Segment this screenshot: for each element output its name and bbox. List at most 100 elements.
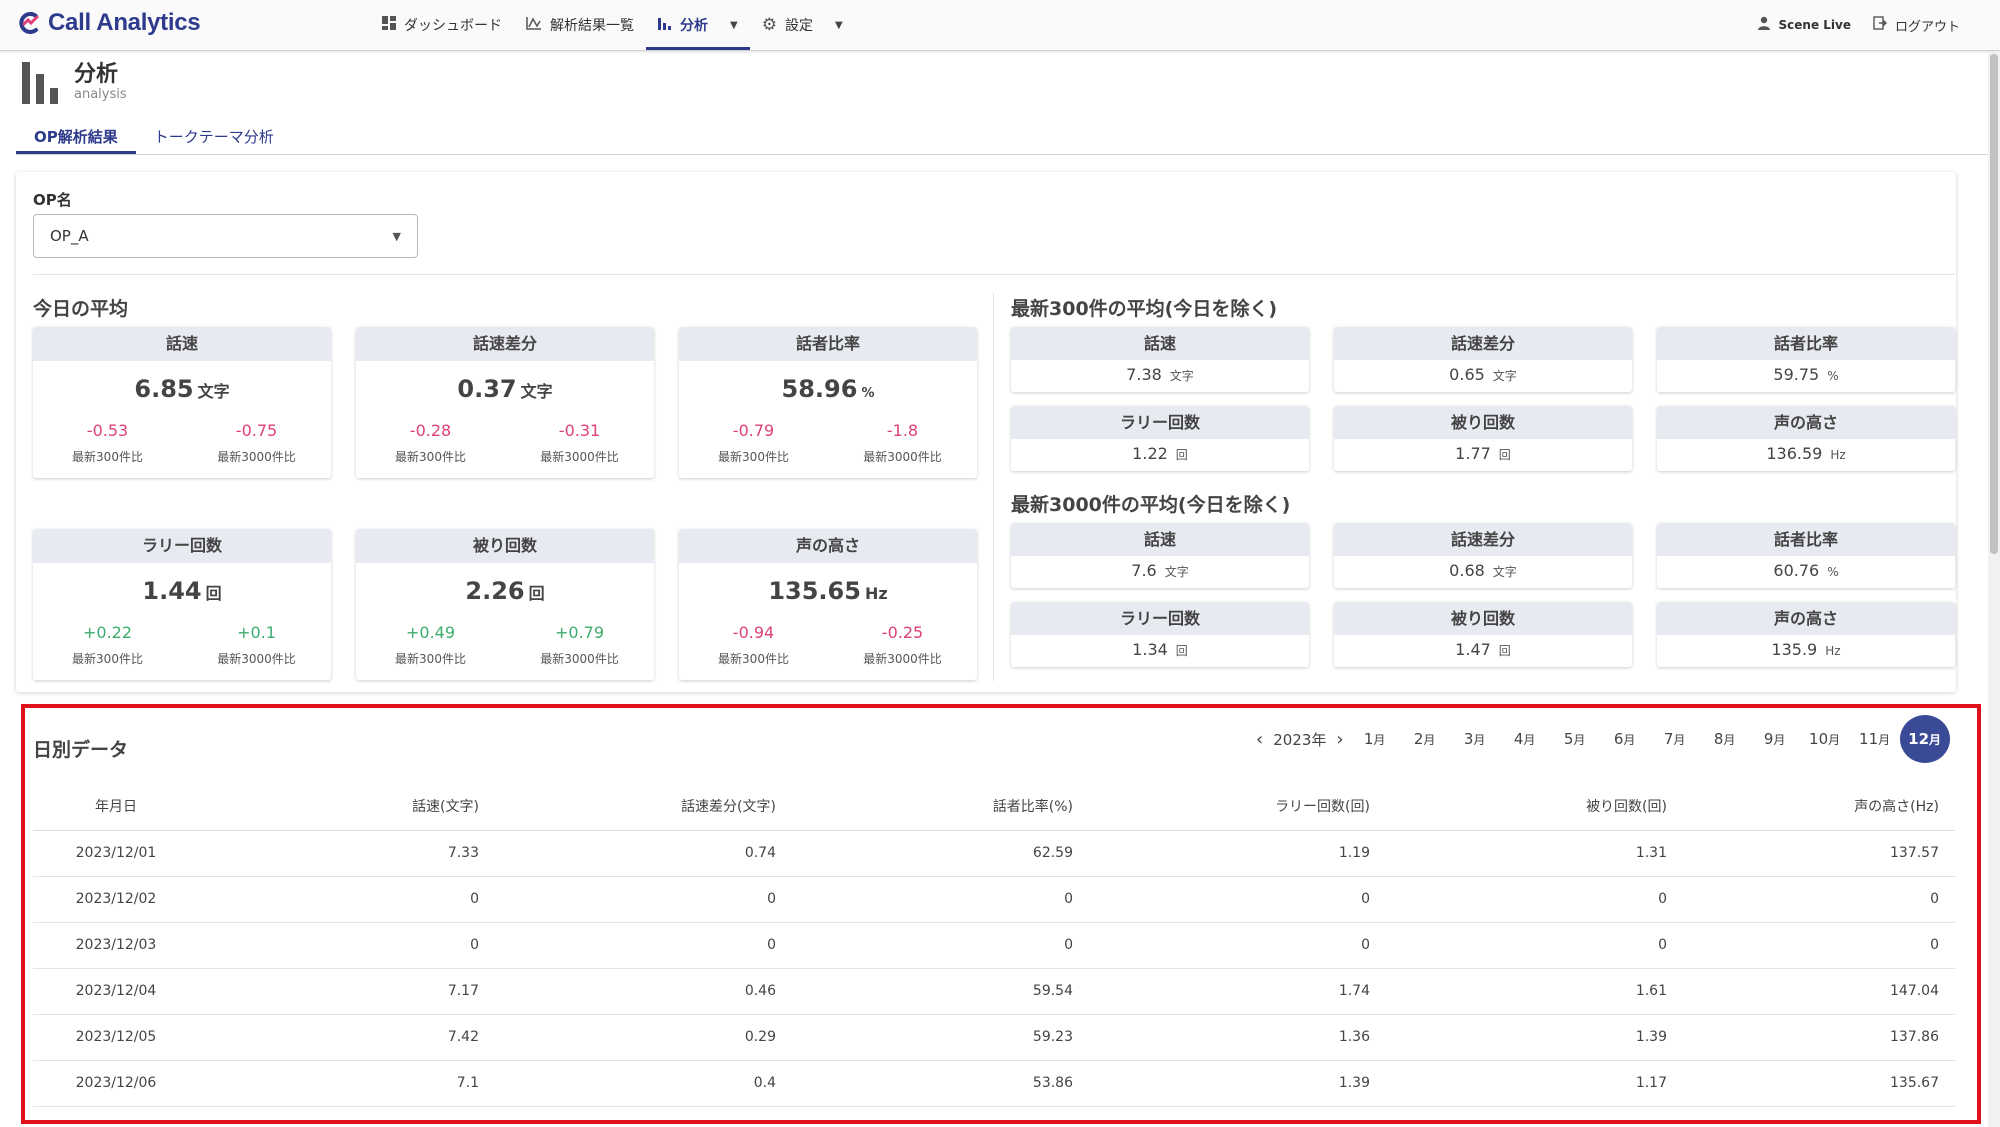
card-label: 被り回数	[1334, 602, 1632, 635]
month-button[interactable]: 4月	[1500, 715, 1550, 763]
table-cell: 7.17	[199, 968, 495, 1015]
column-header[interactable]: 声の高さ(Hz)	[1683, 782, 1955, 831]
logout-label: ログアウト	[1894, 19, 1960, 35]
month-button[interactable]: 5月	[1550, 715, 1600, 763]
card-label: 話速差分	[356, 327, 654, 361]
column-header[interactable]: ラリー回数(回)	[1089, 782, 1386, 831]
table-cell: 1.74	[1089, 968, 1386, 1015]
table-cell: 53.86	[792, 1060, 1089, 1107]
card-value: 6.85 文字	[134, 375, 230, 403]
card-label: 話速	[1011, 523, 1309, 556]
month-button[interactable]: 1月	[1350, 715, 1400, 763]
card-label: 話者比率	[1657, 523, 1955, 556]
card-label: ラリー回数	[33, 529, 331, 563]
table-cell: 62.59	[792, 830, 1089, 877]
table-cell: 1.36	[1089, 1014, 1386, 1061]
table-cell: 137.57	[1683, 830, 1955, 877]
month-button[interactable]: 3月	[1450, 715, 1500, 763]
card-label: 被り回数	[1334, 406, 1632, 439]
analysis-tabs: OP解析結果 トークテーマ分析	[16, 118, 292, 154]
table-cell: 0	[199, 876, 495, 923]
diff-3000: -0.25	[881, 623, 924, 642]
card-label: 話者比率	[679, 327, 977, 361]
divider	[993, 293, 994, 681]
diff-3000-label: 最新3000件比	[863, 652, 942, 666]
card-value: 136.59 Hz	[1766, 444, 1846, 463]
month-button[interactable]: 8月	[1700, 715, 1750, 763]
table-cell: 1.17	[1386, 1060, 1683, 1107]
latest3000-card-overlap: 被り回数 1.47 回	[1334, 602, 1632, 667]
card-value: 1.77 回	[1455, 444, 1511, 463]
nav-dashboard[interactable]: ダッシュボード	[370, 0, 514, 50]
month-button[interactable]: 6月	[1600, 715, 1650, 763]
table-row: 2023/12/03 0 0 0 0 0 0	[33, 922, 1955, 969]
table-cell: 0	[792, 922, 1089, 969]
diff-300-label: 最新300件比	[718, 450, 789, 464]
column-header[interactable]: 話速差分(文字)	[495, 782, 792, 831]
card-value: 135.9 Hz	[1771, 640, 1841, 659]
page-title: 分析	[74, 62, 119, 87]
table-cell: 0.4	[495, 1060, 792, 1107]
tab-op-results[interactable]: OP解析結果	[16, 118, 136, 154]
table-cell: 7.1	[199, 1060, 495, 1107]
latest300-card-rally: ラリー回数 1.22 回	[1011, 406, 1309, 471]
latest300-title: 最新300件の平均(今日を除く)	[1011, 298, 1278, 320]
card-label: 声の高さ	[1657, 406, 1955, 439]
card-value: 58.96%	[781, 375, 875, 403]
diff-300-label: 最新300件比	[395, 450, 466, 464]
today-card-speed: 話速 6.85 文字 -0.53 最新300件比 -0.75 最新3000件比	[33, 327, 331, 478]
nav-settings[interactable]: ⚙ 設定 ▼	[750, 0, 855, 50]
nav-results[interactable]: 解析結果一覧	[514, 0, 646, 50]
date-cell: 2023/12/03	[33, 922, 199, 969]
next-year-button[interactable]: ›	[1330, 729, 1349, 750]
tab-talk-theme[interactable]: トークテーマ分析	[136, 118, 292, 154]
op-name-select[interactable]: OP_A ▼	[33, 214, 418, 258]
scrollbar-thumb[interactable]	[1990, 54, 1998, 554]
table-cell: 1.39	[1386, 1014, 1683, 1061]
card-value: 7.6 文字	[1131, 561, 1189, 580]
month-button[interactable]: 10月	[1800, 715, 1850, 763]
table-cell: 0	[1683, 876, 1955, 923]
card-value: 2.26 回	[465, 577, 545, 605]
prev-year-button[interactable]: ‹	[1250, 729, 1269, 750]
table-cell: 0	[1089, 876, 1386, 923]
user-menu[interactable]: Scene Live	[1757, 16, 1851, 34]
month-button-selected[interactable]: 12月	[1899, 715, 1950, 763]
month-button[interactable]: 11月	[1850, 715, 1900, 763]
diff-300: -0.28	[409, 421, 452, 440]
diff-3000-label: 最新3000件比	[863, 450, 942, 464]
month-button[interactable]: 9月	[1750, 715, 1800, 763]
table-cell: 1.61	[1386, 968, 1683, 1015]
op-name-value: OP_A	[50, 227, 89, 245]
table-cell: 1.19	[1089, 830, 1386, 877]
tab-divider	[16, 154, 1990, 155]
chevron-down-icon[interactable]: ▼	[730, 20, 738, 31]
divider	[33, 274, 1955, 275]
page-title-area: 分析 analysis	[22, 62, 127, 104]
table-header-row: 年月日 話速(文字) 話速差分(文字) 話者比率(%) ラリー回数(回) 被り回…	[33, 782, 1955, 831]
logout-icon	[1873, 16, 1887, 34]
page-scrollbar[interactable]	[1988, 52, 2000, 1127]
month-button[interactable]: 7月	[1650, 715, 1700, 763]
app-logo[interactable]: Call Analytics	[16, 9, 201, 37]
nav-settings-label: 設定	[784, 18, 813, 34]
column-header[interactable]: 話速(文字)	[199, 782, 495, 831]
nav-analysis-label: 分析	[680, 18, 708, 34]
card-value: 1.34 回	[1132, 640, 1188, 659]
nav-dashboard-label: ダッシュボード	[404, 18, 502, 34]
nav-analysis[interactable]: 分析 ▼	[646, 0, 750, 50]
diff-300: +0.22	[82, 623, 133, 642]
column-header[interactable]: 話者比率(%)	[792, 782, 1089, 831]
chart-line-icon	[526, 16, 542, 34]
bar-chart-icon	[22, 62, 62, 104]
card-value: 1.47 回	[1455, 640, 1511, 659]
table-cell: 0	[199, 922, 495, 969]
column-header[interactable]: 年月日	[33, 782, 199, 831]
latest300-card-speed: 話速 7.38 文字	[1011, 327, 1309, 392]
chevron-down-icon[interactable]: ▼	[835, 20, 843, 31]
logout-link[interactable]: ログアウト	[1873, 16, 1960, 35]
table-cell: 0.29	[495, 1014, 792, 1061]
diff-300-label: 最新300件比	[72, 652, 143, 666]
column-header[interactable]: 被り回数(回)	[1386, 782, 1683, 831]
month-button[interactable]: 2月	[1400, 715, 1450, 763]
